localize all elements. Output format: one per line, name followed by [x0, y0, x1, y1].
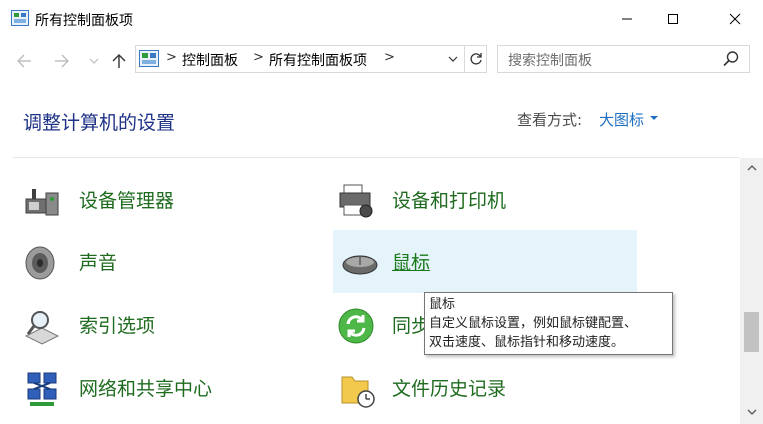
item-file-history[interactable]: 文件历史记录	[336, 356, 636, 418]
chevron-down-icon	[747, 409, 756, 415]
up-button[interactable]	[108, 50, 130, 72]
speaker-icon	[25, 246, 55, 280]
item-label[interactable]: 网络和共享中心	[79, 374, 212, 401]
refresh-button[interactable]	[464, 45, 487, 73]
search-input[interactable]: 搜索控制面板	[508, 50, 592, 70]
page-title: 调整计算机的设置	[23, 112, 176, 134]
tooltip-line: 自定义鼠标设置，例如鼠标键配置、	[429, 316, 638, 331]
item-sound[interactable]: 声音	[22, 230, 312, 292]
item-device-manager[interactable]: 设备管理器	[22, 168, 312, 230]
tooltip: 鼠标 自定义鼠标设置，例如鼠标键配置、 双击速度、鼠标指针和移动速度。	[424, 292, 673, 355]
indexing-icon	[24, 311, 60, 345]
view-by-label: 查看方式:	[517, 111, 583, 129]
item-network-sharing-center[interactable]: 网络和共享中心	[22, 356, 312, 418]
breadcrumb-separator[interactable]: >	[384, 50, 395, 65]
control-panel-icon	[11, 10, 29, 26]
refresh-icon	[470, 53, 482, 65]
scroll-down-button[interactable]	[740, 402, 763, 422]
scroll-up-button[interactable]	[740, 158, 763, 178]
breadcrumb-separator[interactable]: >	[253, 50, 264, 65]
breadcrumb-separator[interactable]: >	[166, 50, 177, 65]
breadcrumb-all-items[interactable]: 所有控制面板项	[269, 50, 367, 70]
back-arrow-icon	[17, 54, 31, 68]
address-dropdown-button[interactable]	[442, 45, 464, 73]
item-devices-printers[interactable]: 设备和打印机	[336, 168, 636, 230]
back-button[interactable]	[13, 50, 35, 72]
network-icon	[27, 372, 57, 406]
mouse-icon	[342, 255, 378, 275]
maximize-button[interactable]	[650, 0, 696, 38]
divider	[13, 157, 739, 158]
control-panel-icon	[139, 50, 159, 67]
close-button[interactable]	[712, 0, 758, 38]
chevron-down-icon	[89, 58, 99, 64]
maximize-icon	[668, 14, 678, 24]
item-label[interactable]: 设备管理器	[79, 186, 174, 213]
up-arrow-icon	[112, 54, 126, 68]
item-label[interactable]: 索引选项	[79, 311, 155, 338]
printer-icon	[339, 184, 373, 218]
tooltip-line: 双击速度、鼠标指针和移动速度。	[429, 335, 625, 350]
dropdown-caret-icon[interactable]	[650, 116, 658, 120]
item-label[interactable]: 声音	[79, 248, 117, 275]
device-manager-icon	[25, 189, 59, 216]
item-mouse[interactable]: 鼠标	[333, 230, 637, 293]
breadcrumb-control-panel[interactable]: 控制面板	[182, 50, 238, 70]
minimize-button[interactable]	[604, 0, 650, 38]
scrollbar-thumb[interactable]	[744, 312, 759, 352]
item-indexing-options[interactable]: 索引选项	[22, 293, 312, 355]
view-by-dropdown[interactable]: 大图标	[599, 109, 644, 130]
item-label[interactable]: 鼠标	[392, 248, 430, 275]
window-title: 所有控制面板项	[35, 13, 133, 29]
vertical-scrollbar[interactable]	[740, 158, 763, 424]
item-label[interactable]: 设备和打印机	[392, 186, 506, 213]
tooltip-title: 鼠标	[429, 297, 456, 312]
search-icon[interactable]	[722, 50, 740, 68]
chevron-down-icon	[448, 56, 458, 62]
close-icon	[729, 13, 741, 25]
file-history-icon	[341, 376, 375, 408]
minimize-icon	[622, 18, 632, 20]
forward-arrow-icon	[55, 54, 69, 68]
sync-icon	[338, 308, 374, 344]
chevron-up-icon	[747, 165, 756, 171]
forward-button[interactable]	[51, 50, 73, 72]
item-label[interactable]: 文件历史记录	[392, 374, 506, 401]
recent-locations-button[interactable]	[83, 50, 105, 72]
title-bar: 所有控制面板项	[0, 0, 763, 38]
